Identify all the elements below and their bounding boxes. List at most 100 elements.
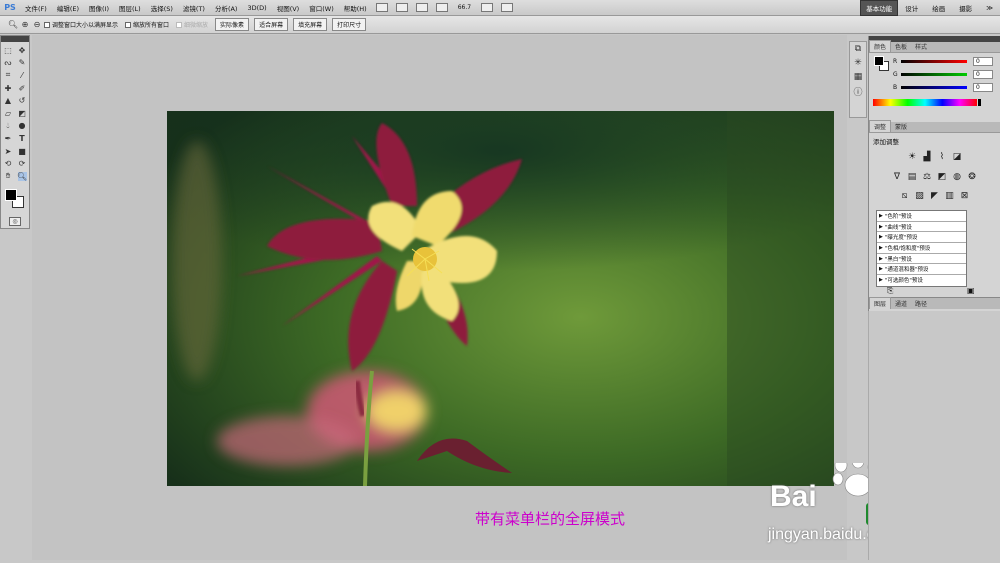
shape-icon[interactable]: ■	[18, 147, 27, 156]
histogram-icon[interactable]: ▦	[850, 70, 866, 84]
fill-screen-button[interactable]: 填充屏幕	[293, 18, 328, 31]
menu-item-view[interactable]: 视图(V)	[272, 3, 305, 13]
workspace-design[interactable]: 设计	[898, 3, 925, 13]
lasso-icon[interactable]: ᔓ	[4, 58, 13, 67]
toolbox-grip[interactable]	[1, 36, 29, 42]
healing-icon[interactable]: ✚	[4, 84, 13, 93]
quick-select-icon[interactable]: ✎	[18, 58, 27, 67]
3d-rotate-icon[interactable]: ⟲	[4, 159, 13, 168]
marquee-icon[interactable]: ⬚	[4, 46, 13, 55]
threshold-icon[interactable]: ◤	[929, 191, 940, 202]
foreground-color[interactable]	[5, 188, 17, 201]
levels-icon[interactable]: ▟	[922, 152, 933, 163]
eraser-icon[interactable]: ▱	[4, 109, 13, 118]
red-slider[interactable]: R0	[893, 55, 1000, 68]
hue-saturation-icon[interactable]: ▤	[907, 172, 918, 183]
eyedropper-icon[interactable]: ⁄	[18, 71, 27, 80]
vibrance-icon[interactable]: ∇	[892, 172, 903, 183]
arrange-documents-button[interactable]	[481, 3, 494, 12]
type-icon[interactable]: T	[18, 134, 27, 143]
move-icon[interactable]: ✥	[18, 46, 27, 55]
workspace-photography[interactable]: 摄影	[952, 3, 979, 13]
workspace-essentials[interactable]: 基本功能	[860, 0, 899, 16]
channel-mixer-icon[interactable]: ❂	[967, 172, 978, 183]
invert-icon[interactable]: ⧅	[899, 191, 910, 202]
clip-layer-icon[interactable]: ⎘	[887, 286, 893, 296]
selective-color-icon[interactable]: ⊠	[959, 191, 970, 202]
tab-swatches[interactable]: 色板	[891, 41, 911, 52]
preset-exposure[interactable]: ▶ "曝光度"预设	[877, 232, 966, 244]
preset-curves[interactable]: ▶ "曲线"预设	[877, 222, 966, 233]
blue-slider[interactable]: B0	[893, 81, 1000, 94]
bridge-button[interactable]	[375, 3, 388, 12]
preset-channel-mixer[interactable]: ▶ "通道混和器"预设	[877, 264, 966, 276]
menu-item-image[interactable]: 图像(I)	[84, 3, 114, 13]
path-select-icon[interactable]: ➤	[4, 147, 13, 156]
brightness-icon[interactable]: ☀	[907, 152, 918, 163]
scrubby-zoom-checkbox[interactable]: 细微缩放	[176, 20, 208, 29]
stamp-icon[interactable]: ▲	[4, 96, 13, 105]
dodge-icon[interactable]: ●	[18, 121, 27, 130]
tab-paths[interactable]: 路径	[911, 298, 931, 309]
preset-hue-saturation[interactable]: ▶ "色相/饱和度"预设	[877, 243, 966, 254]
document-image[interactable]	[167, 111, 834, 486]
screen-mode-button[interactable]	[501, 3, 514, 12]
green-value-input[interactable]: 0	[973, 70, 993, 79]
fit-screen-button[interactable]: 适合屏幕	[254, 18, 289, 31]
tab-styles[interactable]: 样式	[911, 41, 931, 52]
color-ramp-black[interactable]	[978, 99, 981, 106]
menu-item-help[interactable]: 帮助(H)	[339, 3, 372, 13]
quick-mask-icon[interactable]: ◎	[9, 216, 21, 226]
mini-bridge-button[interactable]	[395, 3, 408, 12]
zoom-out-icon[interactable]: ⊖	[30, 20, 44, 29]
menu-item-select[interactable]: 选择(S)	[146, 3, 178, 13]
workspace-more-icon[interactable]: ≫	[979, 4, 1000, 12]
pen-icon[interactable]: ✒	[4, 134, 13, 143]
actual-pixels-button[interactable]: 实际像素	[215, 18, 250, 31]
tab-color[interactable]: 颜色	[869, 40, 892, 52]
curves-icon[interactable]: ⌇	[937, 152, 948, 163]
hand-icon[interactable]: ✋︎	[4, 171, 13, 181]
zoom-tool-button[interactable]	[435, 3, 448, 12]
menu-item-file[interactable]: 文件(F)	[20, 3, 52, 13]
exposure-icon[interactable]: ◪	[952, 152, 963, 163]
tab-layers[interactable]: 图层	[869, 297, 892, 309]
hand-tool-button[interactable]	[415, 3, 428, 12]
color-balance-icon[interactable]: ⚖	[922, 172, 933, 183]
blur-icon[interactable]: 💧︎	[4, 121, 13, 130]
tab-masks[interactable]: 蒙版	[891, 121, 911, 132]
preset-levels[interactable]: ▶ "色阶"预设	[877, 211, 966, 222]
adjustment-menu-icon[interactable]: ▣	[967, 286, 975, 295]
photo-filter-icon[interactable]: ◍	[952, 172, 963, 183]
zoom-icon[interactable]: 🔍︎	[17, 171, 27, 181]
gradient-map-icon[interactable]: ▥	[944, 191, 955, 202]
zoom-tool-preset-icon[interactable]: 🔍︎	[6, 20, 20, 29]
resize-windows-checkbox[interactable]: 调整窗口大小以满屏显示	[44, 20, 118, 29]
preset-black-white[interactable]: ▶ "黑白"预设	[877, 254, 966, 265]
3d-orbit-icon[interactable]: ⟳	[18, 159, 27, 168]
zoom-in-icon[interactable]: ⊕	[20, 20, 30, 29]
menu-item-3d[interactable]: 3D(D)	[242, 4, 271, 12]
zoom-level[interactable]: 66.7	[458, 4, 471, 11]
red-value-input[interactable]: 0	[973, 57, 993, 66]
menu-item-analysis[interactable]: 分析(A)	[210, 3, 243, 13]
history-icon[interactable]: ⧉	[850, 42, 866, 56]
menu-item-filter[interactable]: 滤镜(T)	[178, 3, 210, 13]
navigator-icon[interactable]: ✳	[850, 56, 866, 70]
brush-icon[interactable]: ✐	[18, 84, 27, 93]
panel-foreground-color[interactable]	[874, 56, 884, 66]
black-white-icon[interactable]: ◩	[937, 172, 948, 183]
zoom-all-windows-checkbox[interactable]: 缩放所有窗口	[125, 20, 169, 29]
posterize-icon[interactable]: ▨	[914, 191, 925, 202]
workspace-painting[interactable]: 绘画	[925, 3, 952, 13]
gradient-icon[interactable]: ◩	[18, 109, 27, 118]
blue-value-input[interactable]: 0	[973, 83, 993, 92]
tab-channels[interactable]: 通道	[891, 298, 911, 309]
menu-item-window[interactable]: 窗口(W)	[304, 3, 339, 13]
history-brush-icon[interactable]: ↺	[18, 96, 27, 105]
menu-item-layer[interactable]: 图层(L)	[114, 3, 146, 13]
color-ramp[interactable]	[873, 99, 977, 106]
tab-adjustments[interactable]: 调整	[869, 120, 892, 132]
info-icon[interactable]: ⓘ	[850, 84, 866, 98]
menu-item-edit[interactable]: 编辑(E)	[52, 3, 84, 13]
